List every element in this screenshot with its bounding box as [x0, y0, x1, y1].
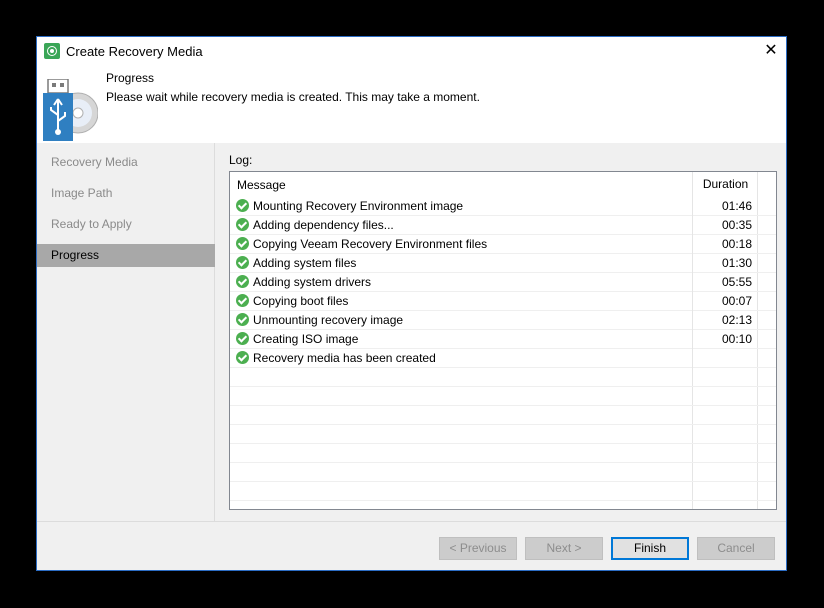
- log-duration: 00:10: [692, 330, 752, 349]
- success-check-icon: [236, 218, 249, 231]
- step-description: Please wait while recovery media is crea…: [106, 90, 480, 104]
- empty-log-row: [230, 387, 776, 406]
- success-check-icon: [236, 237, 249, 250]
- log-table-header: Message Duration: [230, 172, 776, 197]
- log-message: Mounting Recovery Environment image: [253, 199, 464, 213]
- success-check-icon: [236, 275, 249, 288]
- empty-log-row: [230, 444, 776, 463]
- sidebar-item-ready-to-apply[interactable]: Ready to Apply: [37, 213, 215, 236]
- next-button[interactable]: Next >: [525, 537, 603, 560]
- log-message: Recovery media has been created: [253, 351, 436, 365]
- empty-log-row: [230, 482, 776, 501]
- empty-log-row: [230, 501, 776, 509]
- log-row[interactable]: Copying Veeam Recovery Environment files…: [230, 235, 776, 254]
- log-duration: 01:46: [692, 197, 752, 216]
- header-divider: [757, 172, 758, 197]
- log-message: Adding dependency files...: [253, 218, 394, 232]
- log-row[interactable]: Unmounting recovery image 02:13: [230, 311, 776, 330]
- window-title: Create Recovery Media: [66, 44, 203, 59]
- wizard-content: Recovery Media Image Path Ready to Apply…: [37, 143, 786, 521]
- wizard-header: Progress Please wait while recovery medi…: [37, 67, 786, 143]
- log-duration: 00:35: [692, 216, 752, 235]
- step-title: Progress: [106, 71, 155, 85]
- wizard-footer: < Previous Next > Finish Cancel: [37, 521, 786, 570]
- app-logo-icon: [44, 43, 60, 59]
- log-duration: 00:07: [692, 292, 752, 311]
- empty-log-row: [230, 406, 776, 425]
- log-table[interactable]: Message Duration Mounting Recovery Envir…: [229, 171, 777, 510]
- log-duration: 02:13: [692, 311, 752, 330]
- success-check-icon: [236, 332, 249, 345]
- log-row[interactable]: Creating ISO image 00:10: [230, 330, 776, 349]
- log-duration: [692, 349, 752, 368]
- log-row[interactable]: Adding system files 01:30: [230, 254, 776, 273]
- previous-button[interactable]: < Previous: [439, 537, 517, 560]
- log-message: Creating ISO image: [253, 332, 359, 346]
- success-check-icon: [236, 294, 249, 307]
- success-check-icon: [236, 313, 249, 326]
- close-button[interactable]: ✕: [756, 37, 786, 67]
- wizard-steps-sidebar: Recovery Media Image Path Ready to Apply…: [37, 143, 215, 521]
- usb-disc-icon: [43, 79, 98, 141]
- log-message: Adding system files: [253, 256, 357, 270]
- success-check-icon: [236, 199, 249, 212]
- create-recovery-media-window: Create Recovery Media ✕ Progress Please …: [36, 36, 787, 571]
- log-label: Log:: [229, 153, 253, 167]
- empty-log-row: [230, 368, 776, 387]
- sidebar-item-image-path[interactable]: Image Path: [37, 182, 215, 205]
- log-duration: 00:18: [692, 235, 752, 254]
- log-row[interactable]: Recovery media has been created: [230, 349, 776, 368]
- log-message: Copying Veeam Recovery Environment files: [253, 237, 488, 251]
- message-column-header[interactable]: Message: [237, 178, 286, 192]
- log-row[interactable]: Mounting Recovery Environment image 01:46: [230, 197, 776, 216]
- log-message: Unmounting recovery image: [253, 313, 404, 327]
- log-message: Adding system drivers: [253, 275, 372, 289]
- sidebar-item-recovery-media[interactable]: Recovery Media: [37, 151, 215, 174]
- sidebar-item-progress[interactable]: Progress: [37, 244, 215, 267]
- success-check-icon: [236, 256, 249, 269]
- success-check-icon: [236, 351, 249, 364]
- finish-button[interactable]: Finish: [611, 537, 689, 560]
- title-bar: Create Recovery Media ✕: [37, 37, 786, 67]
- log-row[interactable]: Adding dependency files... 00:35: [230, 216, 776, 235]
- log-message: Copying boot files: [253, 294, 349, 308]
- log-row[interactable]: Adding system drivers 05:55: [230, 273, 776, 292]
- cancel-button[interactable]: Cancel: [697, 537, 775, 560]
- duration-column-header[interactable]: Duration: [692, 172, 758, 197]
- log-duration: 05:55: [692, 273, 752, 292]
- log-row[interactable]: Copying boot files 00:07: [230, 292, 776, 311]
- log-duration: 01:30: [692, 254, 752, 273]
- empty-log-row: [230, 463, 776, 482]
- empty-log-row: [230, 425, 776, 444]
- log-rows: Mounting Recovery Environment image 01:46…: [230, 197, 776, 509]
